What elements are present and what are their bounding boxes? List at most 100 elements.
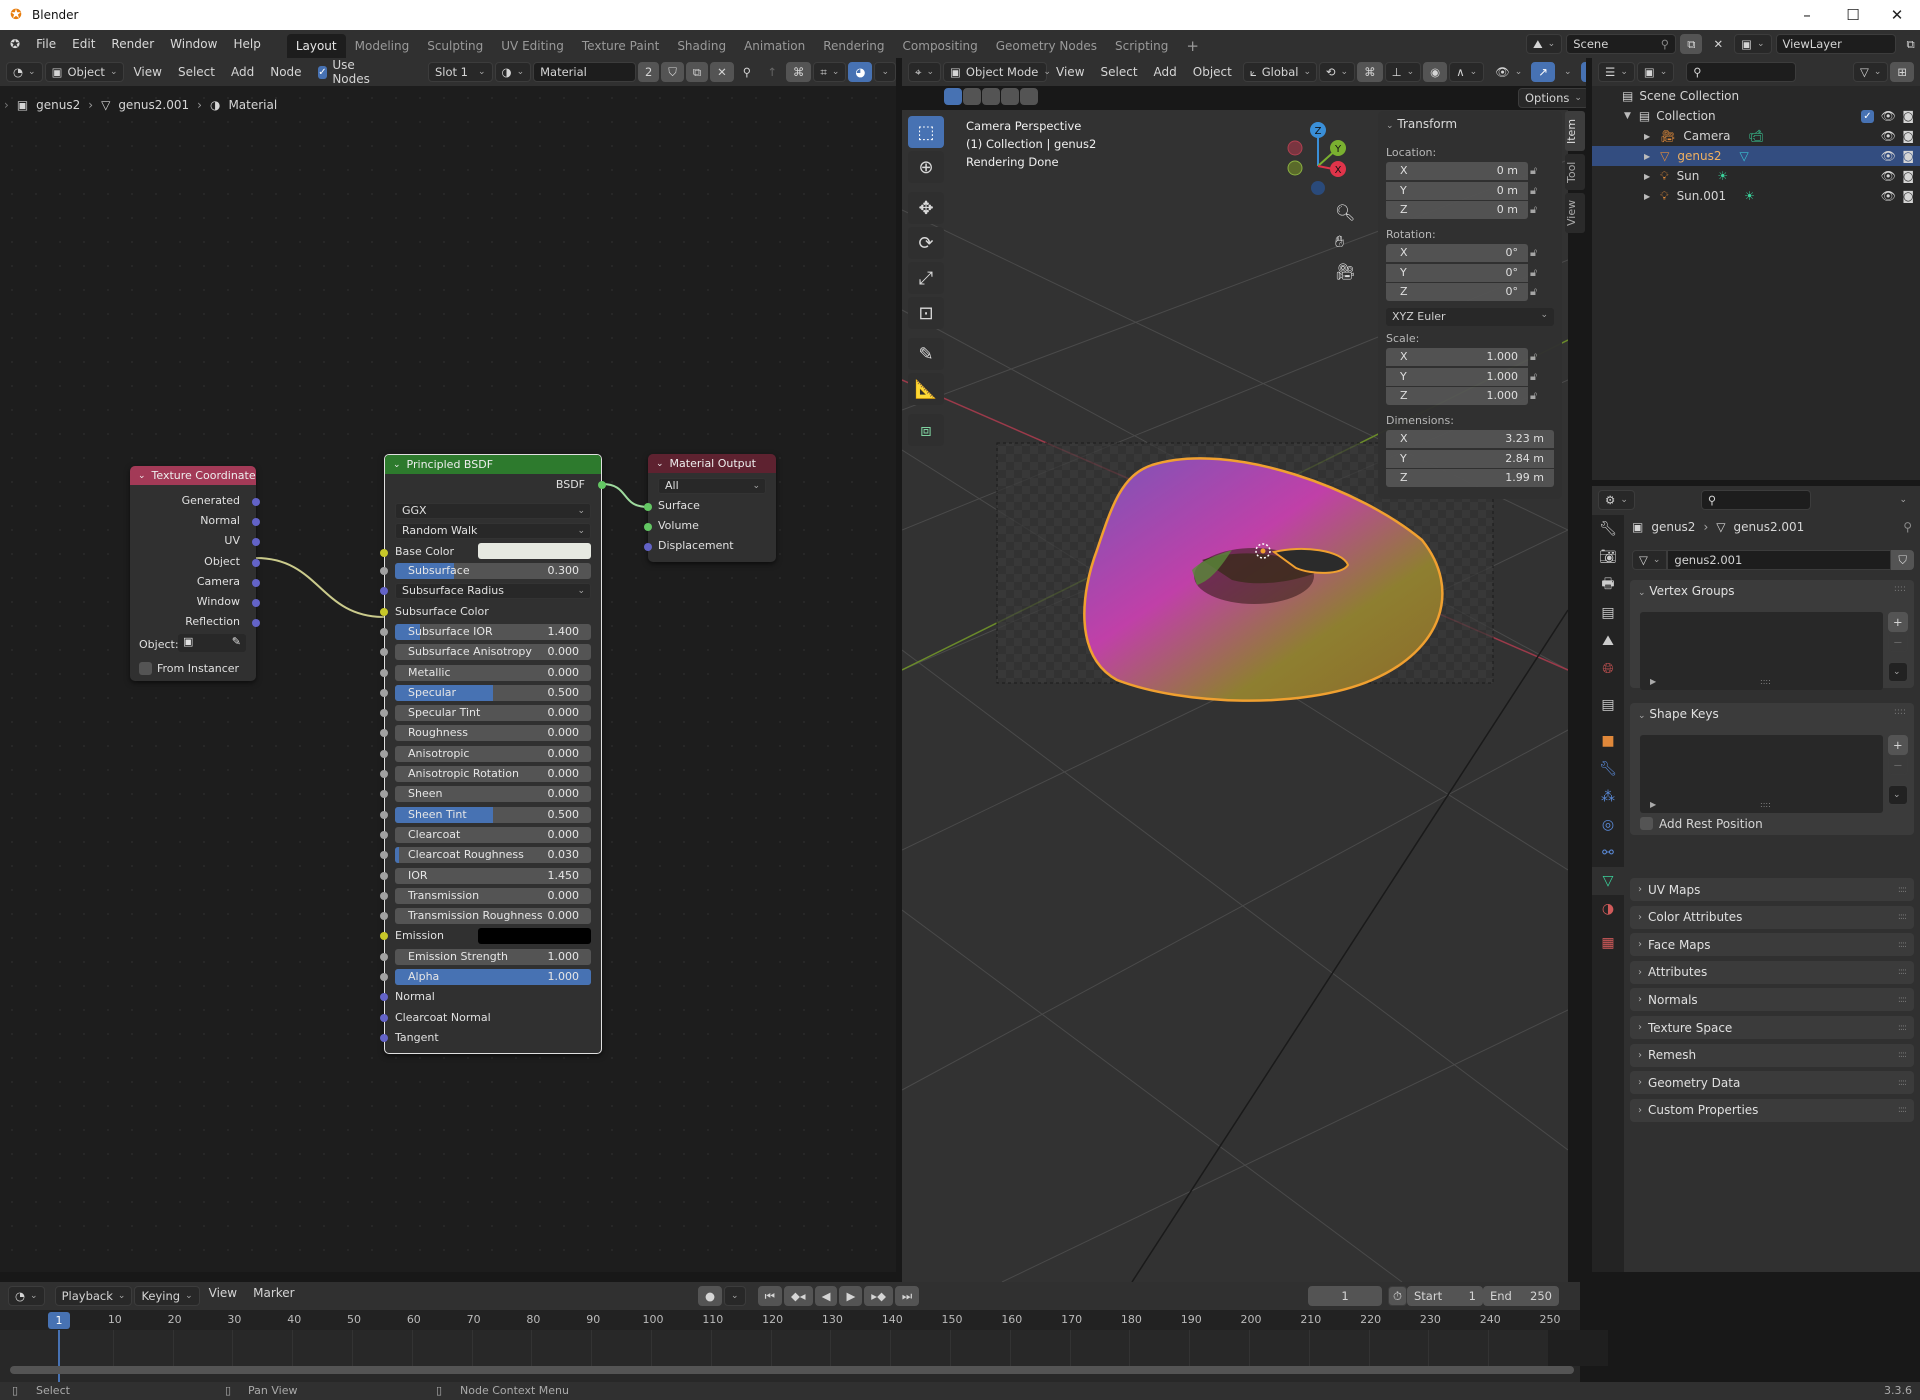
lock-icon[interactable]: 🔓︎ <box>1530 203 1537 217</box>
vertex-groups-list[interactable]: ▶ :::: <box>1640 612 1883 690</box>
workspace-tab-scripting[interactable]: Scripting <box>1106 34 1177 58</box>
jump-to-start-button[interactable]: ⏮ <box>757 1286 782 1306</box>
mode-dropdown[interactable]: ▣ Object Mode ⌄ <box>943 62 1051 82</box>
pin-icon[interactable]: ⚲ <box>1903 520 1912 534</box>
view-layer-name-field[interactable]: ViewLayer <box>1775 34 1896 54</box>
outliner-item-sun-001[interactable]: ▶ 💡︎ Sun.001 ☀ 👁︎ ◙ <box>1592 186 1920 206</box>
play-reverse-button[interactable]: ◀ <box>814 1286 838 1306</box>
list-filter-toggle-icon[interactable]: ▶ <box>1650 677 1656 686</box>
lock-icon[interactable]: 🔓︎ <box>1530 370 1537 384</box>
list-resize-grip-icon[interactable]: :::: <box>1760 800 1771 809</box>
panel-custom-properties[interactable]: › Custom Properties:::: <box>1630 1098 1914 1122</box>
scene-name-field[interactable]: Scene ⚲ <box>1566 34 1677 54</box>
rotation-z-field[interactable]: Z 0° <box>1386 283 1528 301</box>
base-color-socket[interactable] <box>380 549 388 557</box>
from-instancer-checkbox[interactable]: From Instancer <box>139 662 239 675</box>
link-object-to-subsurface-color[interactable] <box>255 557 385 618</box>
dimensions-x-field[interactable]: X 3.23 m <box>1386 430 1554 448</box>
navigation-gizmo[interactable]: Z Y X <box>1280 118 1360 200</box>
subsurface-radius-socket[interactable] <box>380 587 388 596</box>
select-invert-icon[interactable] <box>1001 88 1019 105</box>
lock-icon[interactable]: 🔓︎ <box>1530 246 1537 260</box>
specular-socket[interactable] <box>380 688 388 697</box>
drag-grip-icon[interactable]: :::: <box>1898 1105 1907 1115</box>
measure-tool-icon[interactable]: 📐 <box>908 373 944 405</box>
workspace-tab-compositing[interactable]: Compositing <box>894 34 987 58</box>
anisotropic-slider[interactable]: Anisotropic 0.000 <box>395 745 591 762</box>
view-layer-tab-icon[interactable]: ▤ <box>1592 599 1624 627</box>
drag-grip-icon[interactable]: :::: <box>1894 584 1906 594</box>
tool-tab-icon[interactable]: 🔧︎ <box>1592 515 1624 543</box>
emission-strength-slider[interactable]: Emission Strength 1.000 <box>395 948 591 965</box>
proportional-falloff-dropdown[interactable]: ∧ ⌄ <box>1449 62 1485 82</box>
anisotropic-rotation-socket[interactable] <box>380 770 388 778</box>
play-button[interactable]: ▶ <box>839 1286 863 1306</box>
sidebar-tab-item[interactable]: Item <box>1565 111 1585 151</box>
displacement-socket[interactable] <box>644 543 652 551</box>
texture-coordinate-node[interactable]: ⌄ Texture Coordinate Generated Normal UV Obj… <box>130 466 260 681</box>
subsurface-slider[interactable]: Subsurface 0.300 <box>395 563 591 579</box>
panel-attributes[interactable]: › Attributes:::: <box>1630 960 1914 984</box>
transform-tool-icon[interactable]: ⊡ <box>908 297 944 329</box>
scene-selector[interactable]: ⛰ ⌄ <box>1526 34 1563 54</box>
lock-icon[interactable]: 🔓︎ <box>1530 164 1537 178</box>
editor-type-selector[interactable]: ⌖ ⌄ <box>908 62 942 82</box>
subsurface-color-socket[interactable] <box>380 607 388 616</box>
outliner-item-sun[interactable]: ▶ 💡︎ Sun ☀ 👁︎ ◙ <box>1592 166 1920 186</box>
mesh-data-tab-icon[interactable]: ▽ <box>1592 867 1624 895</box>
timeline-scrollbar[interactable] <box>10 1366 1574 1374</box>
node-header[interactable]: ⌄ Material Output <box>648 454 776 473</box>
mesh-name-field[interactable]: genus2.001 <box>1667 550 1892 570</box>
subsurface-ior-socket[interactable] <box>380 627 388 636</box>
sidebar-tab-view[interactable]: View <box>1565 193 1585 233</box>
remove-shape-key-button[interactable]: − <box>1888 755 1908 775</box>
outliner-editor-type[interactable]: ☰ ⌄ <box>1598 62 1635 82</box>
emission-strength-socket[interactable] <box>380 952 388 961</box>
viewport-object-menu[interactable]: Object <box>1186 65 1239 79</box>
outliner-item-genus2[interactable]: ▶ ▽ genus2 ▽ 👁︎ ◙ <box>1592 146 1920 166</box>
link-bsdf-to-surface[interactable] <box>601 483 649 508</box>
subsurface-anisotropy-slider[interactable]: Subsurface Anisotropy 0.000 <box>395 644 591 661</box>
select-intersect-icon[interactable] <box>1020 88 1038 105</box>
drag-grip-icon[interactable]: :::: <box>1894 707 1906 717</box>
playhead-line[interactable] <box>58 1330 60 1382</box>
jump-to-prev-keyframe-button[interactable]: ◆◂ <box>783 1286 813 1306</box>
eyedropper-icon[interactable]: ✎ <box>232 635 241 648</box>
drag-grip-icon[interactable]: :::: <box>1898 967 1907 977</box>
subsurface-method-dropdown[interactable]: Random Walk ⌄ <box>395 523 591 539</box>
clearcoat-roughness-slider[interactable]: Clearcoat Roughness 0.030 <box>395 847 591 864</box>
shape-key-specials-button[interactable]: ⌄ <box>1888 785 1908 805</box>
expand-arrow-icon[interactable]: ▶ <box>1644 172 1650 181</box>
anisotropic-socket[interactable] <box>380 749 388 758</box>
specular-slider[interactable]: Specular 0.500 <box>395 684 591 701</box>
current-frame-field[interactable]: 1 <box>1308 1286 1382 1306</box>
ior-slider[interactable]: IOR 1.450 <box>395 867 591 884</box>
emission-socket[interactable] <box>380 932 388 941</box>
output-socket-object[interactable] <box>252 558 260 567</box>
render-tab-icon[interactable]: 📷︎ <box>1592 543 1624 571</box>
ior-socket[interactable] <box>380 871 388 880</box>
subsurface-socket[interactable] <box>380 567 388 575</box>
panel-face-maps[interactable]: › Face Maps:::: <box>1630 933 1914 957</box>
pivot-dropdown[interactable]: ⟲ ⌄ <box>1318 62 1356 82</box>
vertex-groups-header[interactable]: ⌄ Vertex Groups <box>1638 584 1735 598</box>
render-camera-icon[interactable]: ◙ <box>1902 169 1914 183</box>
alpha-socket[interactable] <box>380 973 388 981</box>
render-camera-icon[interactable]: ◙ <box>1902 189 1914 203</box>
bsdf-output-socket[interactable] <box>598 481 606 489</box>
select-subtract-icon[interactable] <box>982 88 1000 105</box>
list-filter-toggle-icon[interactable]: ▶ <box>1650 800 1656 809</box>
output-target-dropdown[interactable]: All ⌄ <box>658 478 766 494</box>
expand-arrow-icon[interactable]: ▶ <box>1644 192 1650 201</box>
end-frame-field[interactable]: End 250 <box>1482 1286 1559 1306</box>
subsurface-ior-slider[interactable]: Subsurface IOR 1.400 <box>395 623 591 640</box>
keying-menu[interactable]: Keying ⌄ <box>134 1286 200 1306</box>
add-vertex-group-button[interactable]: + <box>1888 612 1908 632</box>
visibility-eye-icon[interactable]: 👁︎ <box>1881 149 1896 163</box>
lock-icon[interactable]: 🔓︎ <box>1530 285 1537 299</box>
select-box-tool-icon[interactable]: ⬚ <box>908 116 944 148</box>
new-collection-button[interactable]: ⊞ <box>1890 62 1914 82</box>
list-resize-grip-icon[interactable]: :::: <box>1760 677 1771 686</box>
lock-icon[interactable]: 🔓︎ <box>1530 389 1537 403</box>
timeline[interactable]: 10 20 30 40 50 60 70 80 90 100 110 120 130 140 150 160 1… <box>0 1310 1609 1382</box>
